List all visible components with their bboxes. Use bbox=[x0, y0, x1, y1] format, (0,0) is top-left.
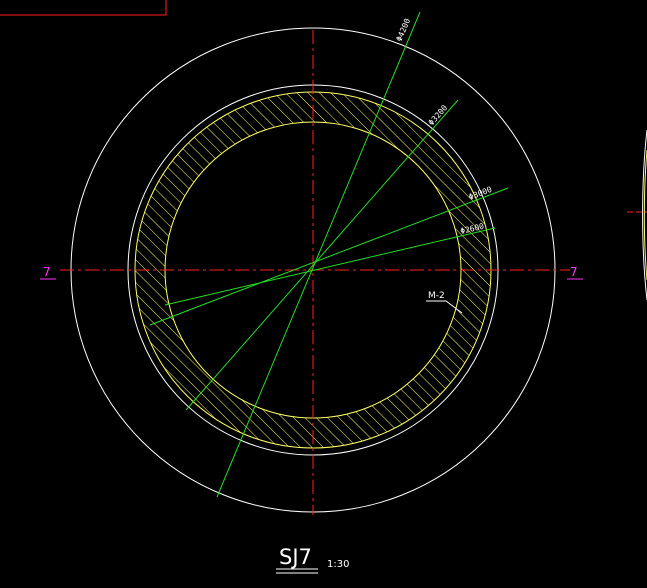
dim-label-phi4200: Φ4200 bbox=[395, 17, 413, 43]
dim-label-phi3200: Φ3200 bbox=[427, 103, 450, 127]
adjacent-drawing-fragment bbox=[627, 129, 647, 301]
dim-label-phi3000: Φ3000 bbox=[467, 185, 493, 202]
title-frame-corner bbox=[0, 0, 167, 16]
drawing-title: SJ7 bbox=[279, 545, 312, 569]
material-label: M-2 bbox=[428, 291, 445, 301]
dim-line-phi3000 bbox=[149, 187, 509, 326]
drawing-scale: 1:30 bbox=[327, 559, 349, 570]
cad-drawing-canvas: Φ4200 Φ3200 Φ3000 Φ2600 7 7 M-2 SJ7 1:30 bbox=[0, 0, 647, 574]
dim-line-phi2600 bbox=[164, 227, 496, 306]
section-mark-left: 7 bbox=[43, 265, 51, 279]
section-mark-right: 7 bbox=[570, 265, 578, 279]
